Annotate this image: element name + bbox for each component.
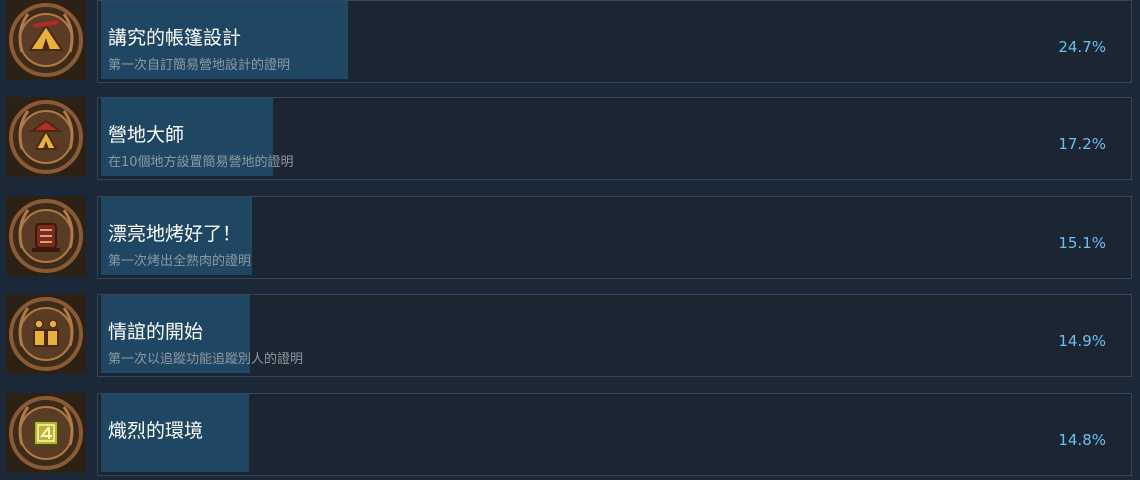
achievement-row[interactable]: 情誼的開始 第一次以追蹤功能追蹤別人的證明 14.9% <box>0 294 1140 384</box>
achievement-title: 講究的帳篷設計 <box>108 27 242 49</box>
achievement-description: 第一次以追蹤功能追蹤別人的證明 <box>108 352 304 367</box>
achievement-title: 營地大師 <box>108 124 185 146</box>
achievement-row[interactable]: 漂亮地烤好了！ 第一次烤出全熟肉的證明 15.1% <box>0 196 1140 286</box>
achievement-title: 情誼的開始 <box>108 321 204 343</box>
achievement-row[interactable]: 營地大師 在10個地方設置簡易營地的證明 17.2% <box>0 97 1140 187</box>
achievement-panel: 情誼的開始 第一次以追蹤功能追蹤別人的證明 14.9% <box>97 294 1132 377</box>
camp-master-emblem-icon <box>6 97 86 177</box>
achievement-row[interactable]: 講究的帳篷設計 第一次自訂簡易營地設計的證明 24.7% <box>0 0 1140 90</box>
achievement-title: 漂亮地烤好了！ <box>108 223 242 245</box>
achievement-row[interactable]: 熾烈的環境 14.8% <box>0 393 1140 480</box>
achievement-list: 講究的帳篷設計 第一次自訂簡易營地設計的證明 24.7% 營地大師 在10個地方… <box>0 0 1140 480</box>
unlock-percentage: 14.8% <box>1058 431 1106 449</box>
achievement-description: 第一次烤出全熟肉的證明 <box>108 254 252 269</box>
achievement-panel: 熾烈的環境 14.8% <box>97 393 1132 476</box>
achievement-panel: 漂亮地烤好了！ 第一次烤出全熟肉的證明 15.1% <box>97 196 1132 279</box>
achievement-title: 熾烈的環境 <box>108 420 204 442</box>
friendship-emblem-icon <box>6 294 86 374</box>
unlock-percentage: 15.1% <box>1058 234 1106 252</box>
tent-emblem-icon <box>6 0 86 80</box>
grill-emblem-icon <box>6 196 86 276</box>
achievement-panel: 營地大師 在10個地方設置簡易營地的證明 17.2% <box>97 97 1132 180</box>
unlock-percentage: 17.2% <box>1058 135 1106 153</box>
fierce-environment-emblem-icon <box>6 393 86 473</box>
unlock-percentage: 24.7% <box>1058 38 1106 56</box>
achievement-description: 第一次自訂簡易營地設計的證明 <box>108 58 291 73</box>
achievement-description: 在10個地方設置簡易營地的證明 <box>108 155 294 170</box>
achievement-panel: 講究的帳篷設計 第一次自訂簡易營地設計的證明 24.7% <box>97 0 1132 83</box>
unlock-percentage: 14.9% <box>1058 332 1106 350</box>
